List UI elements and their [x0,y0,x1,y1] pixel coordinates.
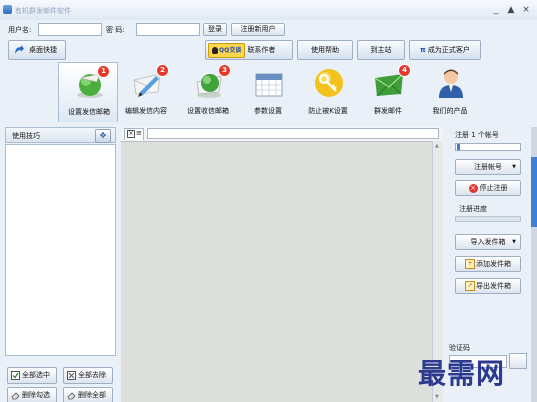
login-bar: 用户名: 密 码: 登录 注册新用户 [0,20,537,39]
tips-panel: 使用技巧 ✥ 全部选中 全部去除 删除勾选 删除全部 [5,127,116,402]
tips-panel-title: 使用技巧 [12,132,40,140]
scroll-down-icon[interactable]: ▼ [435,394,439,400]
window-title: 有机群发邮件软件 [15,7,71,15]
maximize-button[interactable]: ▲ [505,4,517,16]
title-bar: 有机群发邮件软件 _ ▲ × [0,0,537,20]
desktop-shortcut-label: 桌面快捷 [29,46,57,54]
add-sender-button[interactable]: + 添加发件箱 [455,256,521,272]
password-label: 密 码: [106,26,125,34]
select-all-button[interactable]: 全部选中 [7,367,57,384]
register-count-label: 注册 1 个帐号 [455,131,499,139]
watermark: 最需网 [418,357,506,390]
register-progress-bar [455,216,521,222]
ribbon-label: 设置发信邮箱 [68,108,110,116]
scrollbar-thumb[interactable] [531,157,537,227]
password-input[interactable] [136,23,200,36]
ribbon-badge: 4 [398,64,411,77]
import-sender-button[interactable]: 导入发件箱 ▼ [455,234,521,250]
username-input[interactable] [38,23,102,36]
chevron-down-icon: ▼ [512,164,516,170]
upgrade-button[interactable]: π 成为正式客户 [409,40,481,60]
delete-all-button[interactable]: 删除全部 [63,387,113,402]
desktop-shortcut-button[interactable]: 桌面快捷 [8,40,66,60]
ribbon-label: 参数设置 [254,107,282,115]
go-home-button[interactable]: 到主站 [357,40,405,60]
browser-tab[interactable]: × ≡ [124,128,144,140]
eraser-icon [11,392,20,400]
register-account-label: 注册帐号 [474,163,502,171]
ribbon-label: 群发邮件 [374,107,402,115]
right-scrollbar[interactable] [531,127,537,402]
tab-menu-icon: ≡ [136,129,142,137]
pin-icon[interactable]: ✥ [95,129,111,143]
ribbon-label: 我们的产品 [432,107,468,115]
ribbon-label: 设置收信邮箱 [187,107,229,115]
register-account-button[interactable]: 注册帐号 ▼ [455,159,521,175]
chevron-down-icon: ▼ [512,239,516,245]
ribbon-edit-content[interactable]: 2 编辑发信内容 [116,62,176,122]
captcha-refresh-button[interactable] [509,353,527,369]
ribbon-set-receiver-mailbox[interactable]: 3 设置收信邮箱 [178,62,238,122]
contact-author-button[interactable]: QQ交谈 联系作者 [205,40,293,60]
select-all-icon [11,371,20,380]
scroll-up-icon[interactable]: ▲ [435,143,439,149]
register-count-slider[interactable] [455,143,521,151]
ribbon-label: 编辑发信内容 [125,107,167,115]
export-file-icon: ↗ [465,281,475,291]
qq-icon [212,47,218,54]
import-sender-label: 导入发件箱 [470,238,506,246]
qq-chat-label: QQ交谈 [219,47,242,54]
feature-ribbon: 1 设置发信邮箱 2 编辑发信内容 3 设置收信邮箱 参数设置 防止被K设置 4… [0,62,537,122]
select-all-label: 全部选中 [22,371,50,379]
browser-tab-bar: × ≡ [121,127,443,142]
deselect-all-label: 全部去除 [78,371,106,379]
register-progress-label: 注册进度 [459,205,487,213]
help-button[interactable]: 使用帮助 [297,40,353,60]
calendar-icon [255,73,283,97]
ribbon-label: 防止被K设置 [308,107,348,115]
tips-list[interactable] [5,144,116,356]
eraser-icon [67,392,76,400]
content-area[interactable]: × ≡ ▲ ▼ [121,127,443,402]
slider-thumb[interactable] [457,144,460,150]
minimize-button[interactable]: _ [490,4,502,16]
ribbon-parameter-settings[interactable]: 参数设置 [238,62,298,122]
login-button[interactable]: 登录 [203,23,227,36]
stop-icon: × [468,183,478,193]
pi-icon: π [420,46,426,54]
app-window: 有机群发邮件软件 _ ▲ × 用户名: 密 码: 登录 注册新用户 桌面快捷 Q… [0,0,537,402]
tab-close-icon[interactable]: × [127,130,135,138]
ribbon-send-bulk-mail[interactable]: 4 群发邮件 [358,62,418,122]
person-icon [439,69,463,98]
address-bar[interactable] [147,128,439,139]
ribbon-badge: 3 [218,64,231,77]
delete-all-label: 删除全部 [78,391,106,399]
ribbon-our-products[interactable]: 我们的产品 [420,62,480,122]
ribbon-anti-block-settings[interactable]: 防止被K设置 [298,62,358,122]
shortcut-arrow-icon [15,45,24,54]
close-button[interactable]: × [520,4,532,16]
delete-checked-label: 删除勾选 [22,391,50,399]
ribbon-badge: 1 [97,65,110,78]
app-icon [3,5,12,14]
username-label: 用户名: [8,26,32,34]
register-user-button[interactable]: 注册新用户 [231,23,285,36]
ribbon-badge: 2 [156,64,169,77]
export-sender-label: 导出发件箱 [476,282,511,290]
add-file-icon: + [465,259,475,269]
add-sender-label: 添加发件箱 [476,260,511,268]
delete-checked-button[interactable]: 删除勾选 [7,387,57,402]
export-sender-button[interactable]: ↗ 导出发件箱 [455,278,521,294]
deselect-all-button[interactable]: 全部去除 [63,367,113,384]
toolbar: 桌面快捷 QQ交谈 联系作者 使用帮助 到主站 π 成为正式客户 [0,39,537,62]
contact-author-label: 联系作者 [247,46,276,54]
stop-register-label: 停止注册 [479,184,508,192]
qq-chat-badge[interactable]: QQ交谈 [208,43,246,58]
upgrade-label: 成为正式客户 [427,46,470,54]
stop-register-button[interactable]: × 停止注册 [455,180,521,196]
key-icon [315,69,343,97]
deselect-all-icon [67,371,76,380]
tips-panel-header: 使用技巧 ✥ [5,127,116,143]
ribbon-set-sender-mailbox[interactable]: 1 设置发信邮箱 [58,62,118,122]
